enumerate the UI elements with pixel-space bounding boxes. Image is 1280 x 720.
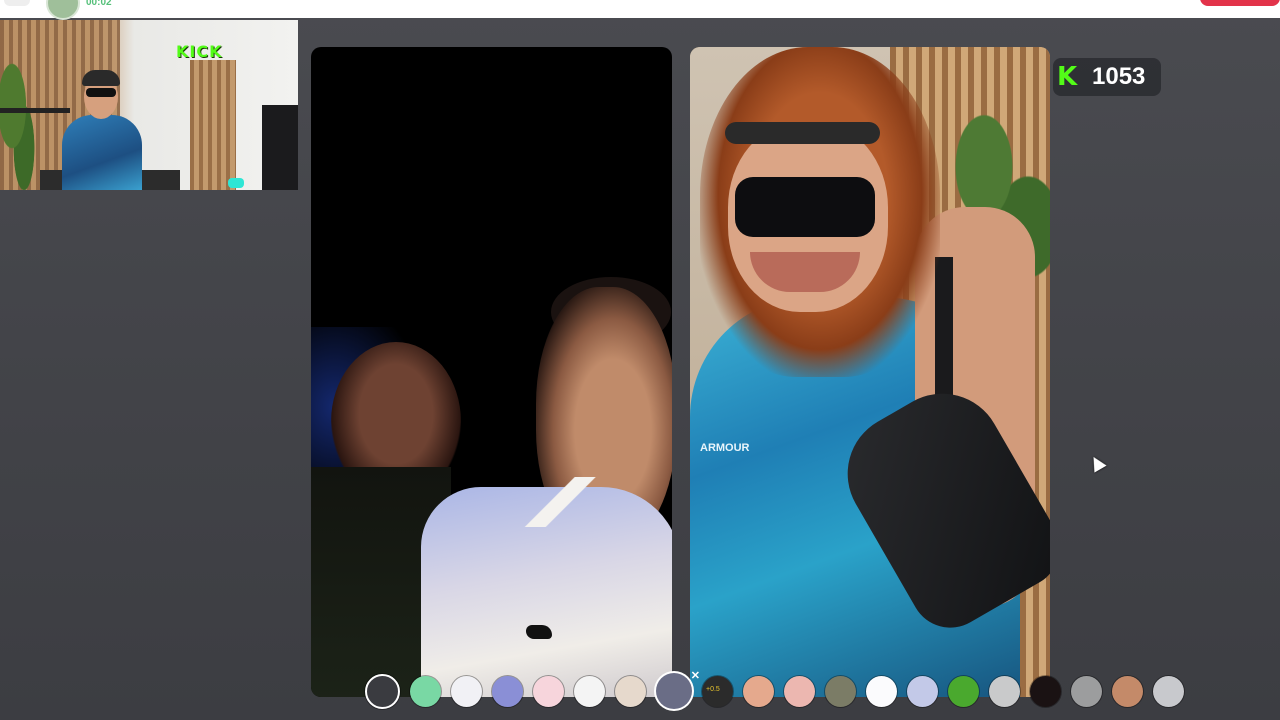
filter-panda-button[interactable] <box>574 675 605 707</box>
mic-arm <box>0 108 70 113</box>
filter-orange-face-button[interactable] <box>743 675 774 707</box>
filter-mustache-button[interactable] <box>615 675 646 707</box>
filter-hair-wig-button[interactable]: ✕ <box>656 670 700 709</box>
plant <box>0 50 40 190</box>
partner-video-tile[interactable] <box>311 47 672 697</box>
filter-blush-face-button[interactable] <box>533 675 564 707</box>
filter-green-face-button[interactable] <box>410 675 441 707</box>
filter-grey-face-button[interactable] <box>1071 675 1102 707</box>
streamer-cap <box>82 70 120 86</box>
monitor <box>262 105 298 190</box>
kick-k-icon: K <box>1057 62 1078 92</box>
self-video-tile[interactable]: ARMOUR <box>690 47 1050 697</box>
filter-speed-button[interactable]: +0.5 <box>702 675 733 707</box>
crocodile-logo <box>526 625 552 639</box>
filter-blank-face-button[interactable] <box>1153 675 1184 707</box>
filter-blue-fish-button[interactable] <box>492 675 523 707</box>
filter-label: +0.5 <box>706 685 720 693</box>
streamer-shirt <box>62 115 142 190</box>
filter-none-button[interactable] <box>365 673 400 709</box>
shirt-collar <box>511 477 601 527</box>
end-call-button[interactable] <box>1200 0 1280 6</box>
mouse-cursor-icon <box>1087 453 1107 473</box>
desk-light <box>228 178 244 188</box>
call-timer: 00:02 <box>86 0 112 8</box>
close-icon[interactable]: ✕ <box>691 669 700 682</box>
filter-white-face-button[interactable] <box>866 675 897 707</box>
filter-bar: ✕ +0.5 <box>365 670 1184 709</box>
kick-logo: KICK <box>176 42 223 61</box>
sunglasses <box>735 177 875 237</box>
streamer <box>52 70 152 190</box>
filter-devil-button[interactable] <box>1030 675 1061 707</box>
filter-real-face-button[interactable] <box>1112 675 1143 707</box>
filter-pink-face-button[interactable] <box>784 675 815 707</box>
filter-green-star-button[interactable] <box>948 675 979 707</box>
filter-robot-button[interactable] <box>907 675 938 707</box>
streamer-sunglasses <box>86 88 116 97</box>
top-avatar[interactable] <box>46 0 80 20</box>
filter-stars-button[interactable] <box>451 675 482 707</box>
headband <box>725 122 880 144</box>
viewer-count: 1053 <box>1092 63 1146 90</box>
filter-donkey-button[interactable] <box>825 675 856 707</box>
top-left-control[interactable] <box>4 0 30 6</box>
wood-panel <box>190 60 236 190</box>
shirt-brand-text: ARMOUR <box>700 442 750 454</box>
viewer-count-badge: K 1053 <box>1053 58 1161 96</box>
streamer-webcam: KICK <box>0 20 298 190</box>
filter-sad-face-button[interactable] <box>989 675 1020 707</box>
top-bar: 00:02 <box>0 0 1280 20</box>
